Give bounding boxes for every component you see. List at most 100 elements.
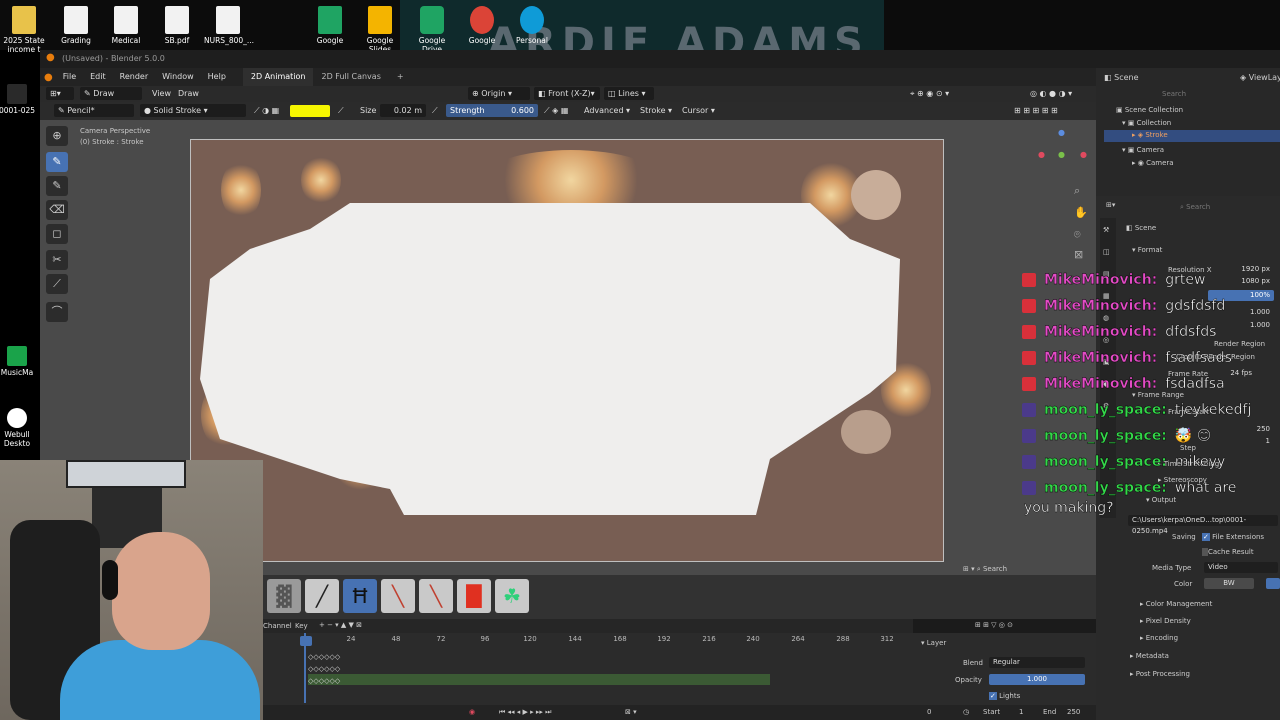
metadata-section[interactable]: ▸ Metadata: [1130, 652, 1169, 660]
lock-icon[interactable]: ⊠: [1074, 248, 1083, 261]
desktop-icon-google-drive[interactable]: Google Drive: [408, 6, 456, 54]
color-bw-toggle[interactable]: BW: [1204, 578, 1254, 589]
menu-window[interactable]: Window: [155, 68, 201, 86]
brush-tint[interactable]: ☘: [495, 579, 529, 613]
guides-select[interactable]: ◫ Lines ▾: [604, 87, 654, 100]
brush-pencil-selected[interactable]: Ħ: [343, 579, 377, 613]
outliner-item-camera-object[interactable]: ▸ ◉ Camera: [1132, 159, 1174, 167]
current-frame-field[interactable]: 0: [927, 708, 931, 716]
start-field[interactable]: 1: [1019, 708, 1023, 716]
layer-channel-track[interactable]: [308, 674, 770, 685]
playback-controls[interactable]: ⏮ ◂◂ ◂ ▶ ▸ ▸▸ ⏭: [499, 708, 551, 717]
keying-icons[interactable]: ⊠ ▾: [625, 708, 637, 716]
scene-selector[interactable]: ◧ Scene: [1104, 73, 1139, 82]
zoom-icon[interactable]: ⌕: [1074, 184, 1080, 198]
placement-select[interactable]: ◧ Front (X-Z)▾: [534, 87, 600, 100]
strength-field[interactable]: Strength 0.600: [446, 104, 538, 117]
menu-key[interactable]: Key: [295, 622, 308, 630]
format-section[interactable]: ▾ Format: [1132, 246, 1162, 254]
desktop-icon-chrome[interactable]: Google: [458, 6, 506, 45]
clock-icon[interactable]: ◷: [963, 708, 969, 716]
line-tool-icon[interactable]: ⌒: [46, 302, 68, 322]
color-rgb-toggle[interactable]: [1266, 578, 1280, 589]
advanced-menu[interactable]: Advanced ▾: [580, 104, 634, 117]
mode-select[interactable]: ✎ Draw Mode▾: [80, 87, 142, 111]
desktop-icon-nurs[interactable]: NURS_800_...: [204, 6, 254, 45]
editor-type-icon[interactable]: ⊞▾: [46, 87, 74, 100]
render-tab-icon[interactable]: ◫: [1103, 248, 1110, 256]
desktop-icon-sb-pdf[interactable]: SB.pdf: [153, 6, 201, 45]
menu-draw[interactable]: Draw: [174, 87, 203, 100]
encoding-section[interactable]: ▸ Encoding: [1140, 634, 1178, 642]
timeline-ruler[interactable]: 24 48 72 96 120 144 168 192 216 240 264 …: [263, 635, 913, 647]
shading-icons[interactable]: ◎ ◐ ● ◑ ▾: [1026, 87, 1076, 100]
lights-checkbox[interactable]: ✓ Lights: [989, 692, 1020, 700]
layer-panel-title[interactable]: ▾ Layer: [921, 639, 946, 647]
tab-2d-animation[interactable]: 2D Animation: [242, 68, 314, 86]
eyedropper-tool-icon[interactable]: ⟋: [46, 274, 68, 294]
pixel-density-section[interactable]: ▸ Pixel Density: [1140, 617, 1191, 625]
brush-marker[interactable]: ╲: [381, 579, 415, 613]
menu-file[interactable]: File: [56, 68, 83, 86]
properties-search-input[interactable]: ⌕ Search: [1180, 203, 1210, 212]
post-processing-section[interactable]: ▸ Post Processing: [1130, 670, 1190, 678]
outliner-item-camera[interactable]: ▾ ▣ Camera: [1122, 146, 1164, 154]
color-management-section[interactable]: ▸ Color Management: [1140, 600, 1212, 608]
desktop-icon-left-1[interactable]: 0001-025: [0, 84, 40, 115]
add-workspace-icon[interactable]: +: [389, 68, 412, 86]
desktop-icon-state-income[interactable]: 2025 State income t: [0, 6, 48, 54]
outliner-item-scene-collection[interactable]: ▣ Scene Collection: [1116, 106, 1183, 114]
desktop-icon-google-slides[interactable]: Google Slides: [356, 6, 404, 54]
menu-render[interactable]: Render: [113, 68, 155, 86]
properties-menu-icon[interactable]: ⊞▾: [1106, 201, 1115, 209]
view-layer-selector[interactable]: ◈ ViewLayer: [1240, 73, 1280, 82]
brush-color-swatch[interactable]: [290, 105, 330, 117]
outliner-item-collection[interactable]: ▾ ▣ Collection: [1122, 119, 1171, 127]
desktop-icon-webull[interactable]: Webull Deskto: [0, 408, 40, 448]
desktop-icon-medical[interactable]: Medical: [102, 6, 150, 45]
timeline-header-icons[interactable]: + − ▾ ▲ ▼ ⊠: [319, 621, 362, 629]
camera-view-icon[interactable]: ⌾: [1074, 228, 1081, 242]
material-select[interactable]: ● Solid Stroke ▾: [140, 104, 246, 117]
desktop-icon-musicma[interactable]: MusicMa: [0, 346, 40, 377]
cutter-tool-icon[interactable]: ✂: [46, 250, 68, 270]
brush-ink-pen[interactable]: ╱: [305, 579, 339, 613]
cache-result-checkbox[interactable]: Cache Result: [1202, 548, 1254, 556]
desktop-icon-edge[interactable]: Personal: [508, 6, 556, 45]
header-right-icons[interactable]: ⊞ ⊞ ⊞ ⊞ ⊞: [1010, 104, 1062, 117]
origin-select[interactable]: ⊕ Origin ▾: [468, 87, 530, 100]
draw-tool-icon[interactable]: ✎: [46, 152, 68, 172]
cursor-menu[interactable]: Cursor ▾: [678, 104, 719, 117]
menu-help[interactable]: Help: [201, 68, 233, 86]
record-icon[interactable]: ◉: [469, 708, 475, 716]
pressure-strength-icon[interactable]: ⟋ ◈ ▦: [540, 104, 572, 117]
playhead-frame-badge[interactable]: [300, 636, 312, 646]
blend-select[interactable]: Regular: [989, 657, 1085, 668]
pressure-size-icon[interactable]: ⟋: [428, 104, 442, 117]
file-extensions-checkbox[interactable]: ✓ File Extensions: [1202, 533, 1264, 541]
menu-edit[interactable]: Edit: [83, 68, 113, 86]
desktop-icon-google-sheets[interactable]: Google: [306, 6, 354, 45]
cursor-tool-icon[interactable]: ⊕: [46, 126, 68, 146]
tool-tab-icon[interactable]: ⚒: [1103, 226, 1109, 234]
asset-shelf-search[interactable]: ⊞ ▾ ⌕ Search: [963, 565, 1007, 574]
end-field[interactable]: 250: [1067, 708, 1080, 716]
stroke-menu[interactable]: Stroke ▾: [636, 104, 676, 117]
fill-tool-icon[interactable]: ✎: [46, 176, 68, 196]
color-mode-icons[interactable]: ⟋ ◑ ▦: [250, 104, 283, 117]
erase-tool-icon[interactable]: ⌫: [46, 200, 68, 220]
media-type-select[interactable]: Video: [1204, 562, 1278, 573]
outliner-search-input[interactable]: Search: [1162, 90, 1186, 98]
timeline-filter-icons[interactable]: ⊞ ⊞ ▽ ◎ ⊙: [975, 621, 1013, 629]
menu-view[interactable]: View: [148, 87, 175, 100]
brush-airbrush[interactable]: ▓: [267, 579, 301, 613]
navigation-gizmo[interactable]: ● ● ● ● ⌕ ✋ ⌾ ⊠: [1036, 128, 1090, 261]
pan-icon[interactable]: ✋: [1074, 206, 1088, 219]
menu-channel[interactable]: Channel: [263, 622, 292, 630]
keyframes[interactable]: ◇◇◇◇◇◇ ◇◇◇◇◇◇ ◇◇◇◇◇◇: [308, 651, 354, 685]
opacity-slider[interactable]: 1.000: [989, 674, 1085, 685]
brush-fill[interactable]: █: [457, 579, 491, 613]
overlay-icons[interactable]: ⌖ ⊕ ◉ ⊙ ▾: [906, 87, 953, 100]
outliner-item-stroke[interactable]: ▸ ◈ Stroke: [1132, 131, 1168, 139]
brush-marker-chisel[interactable]: ╲: [419, 579, 453, 613]
